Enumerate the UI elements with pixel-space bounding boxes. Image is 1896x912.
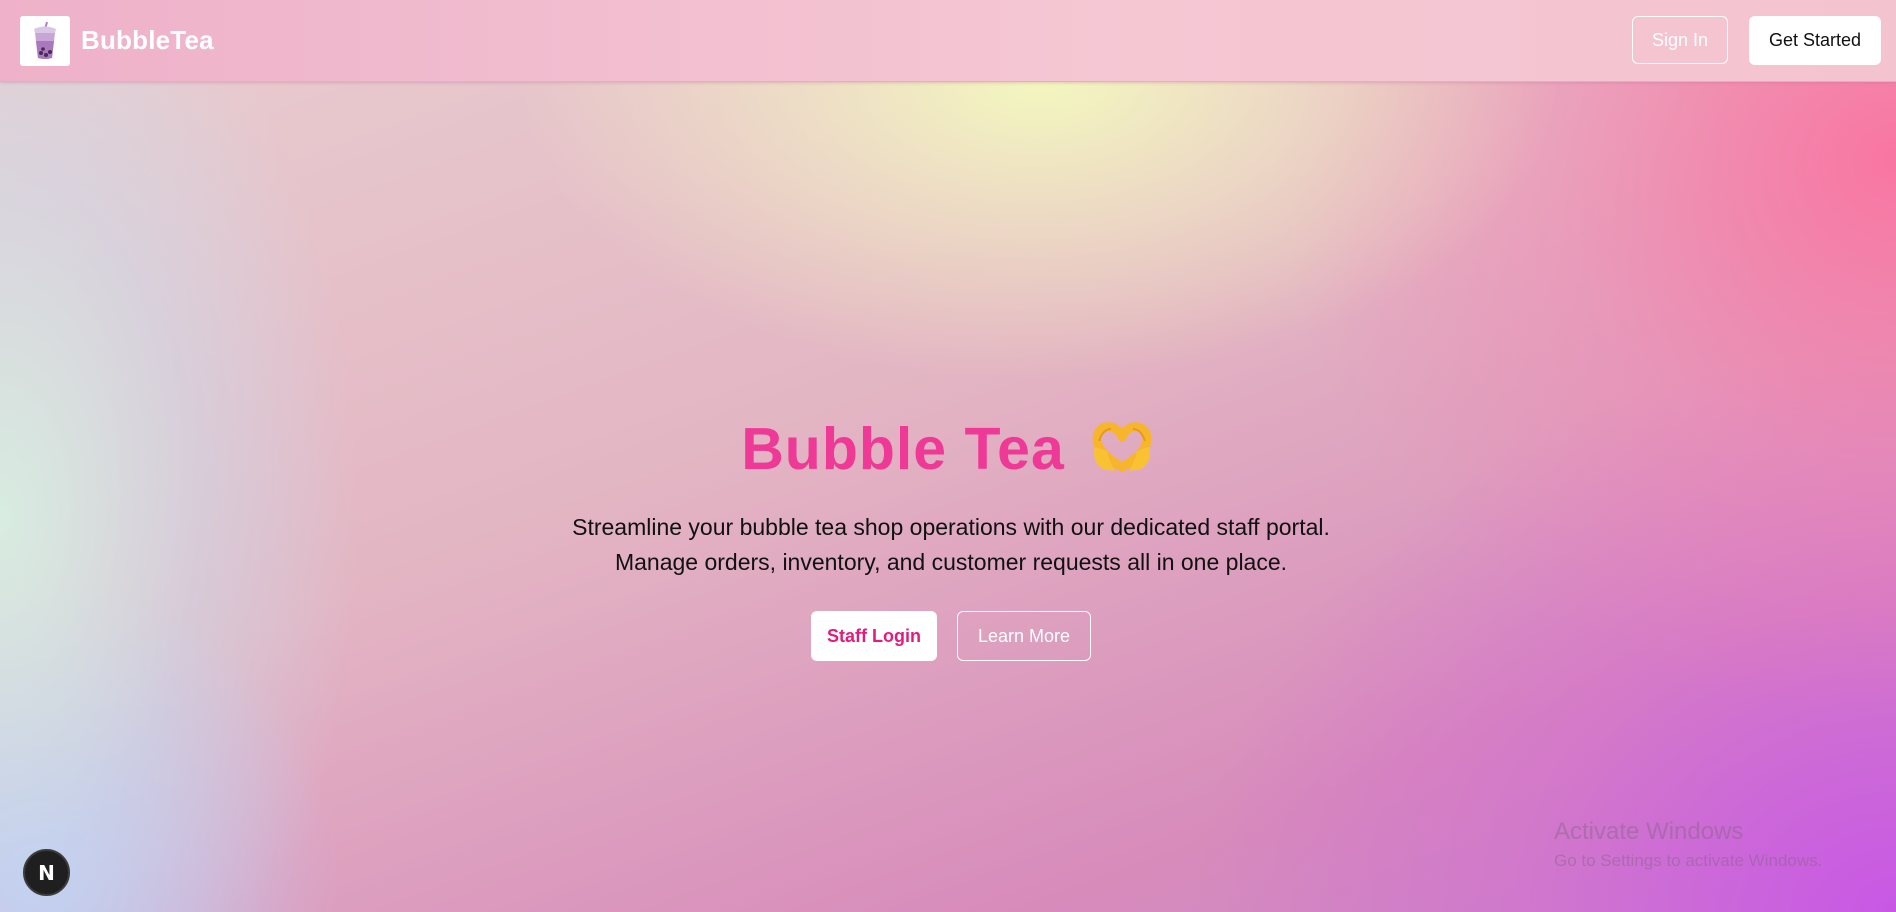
top-navbar: BubbleTea Sign In Get Started xyxy=(0,0,1896,82)
activate-windows-title: Activate Windows xyxy=(1554,818,1744,845)
landing-page: BubbleTea Sign In Get Started Bubble Tea… xyxy=(0,0,1896,912)
staff-login-button[interactable]: Staff Login xyxy=(811,611,937,661)
brand-name[interactable]: BubbleTea xyxy=(81,25,214,56)
hero-title: Bubble Tea xyxy=(0,415,1896,487)
hero-title-text: Bubble Tea xyxy=(741,416,1065,482)
sign-in-button[interactable]: Sign In xyxy=(1632,16,1728,64)
nextjs-dev-indicator-icon[interactable]: N xyxy=(23,849,70,896)
hero-description: Streamline your bubble tea shop operatio… xyxy=(572,514,1330,575)
activate-windows-subtitle: Go to Settings to activate Windows. xyxy=(1554,851,1823,870)
learn-more-button[interactable]: Learn More xyxy=(957,611,1091,661)
heart-hands-icon xyxy=(1089,417,1155,487)
bubble-tea-cup-icon[interactable] xyxy=(20,16,70,66)
get-started-button[interactable]: Get Started xyxy=(1749,16,1881,65)
